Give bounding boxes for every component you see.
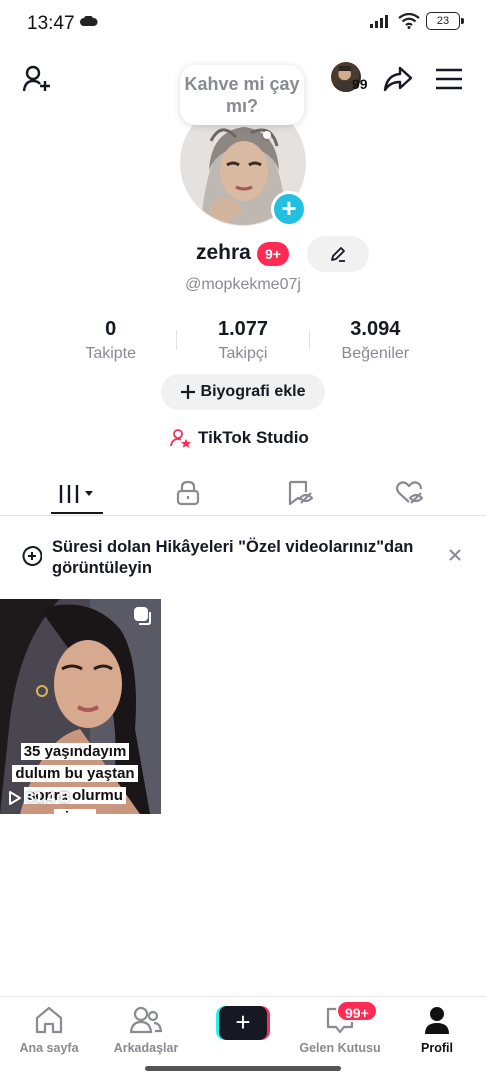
nav-label: Gelen Kutusu [299,1041,381,1055]
active-tab-indicator [51,512,103,514]
lock-icon [176,480,200,506]
profile-stats: 0 Takipte 1.077 Takipçi 3.094 Beğeniler [45,318,441,363]
plus-icon [180,385,195,399]
stat-label: Beğeniler [341,345,410,362]
stories-banner[interactable]: Süresi dolan Hikâyeleri "Özel videoların… [0,536,486,580]
add-story-button[interactable]: + [271,191,307,227]
add-bio-button[interactable]: Biyografi ekle [161,374,325,410]
studio-icon [170,429,191,448]
close-icon[interactable] [446,546,464,564]
inbox-badge: 99+ [336,1000,378,1022]
add-user-button[interactable] [20,62,54,96]
home-icon [35,1006,63,1034]
create-button[interactable]: + [216,1006,270,1040]
nav-label: Ana sayfa [19,1041,79,1055]
note-text: Kahve mi çay mı? [184,74,300,116]
pencil-icon [331,247,345,262]
nav-label: Arkadaşlar [113,1041,179,1055]
tab-favorites[interactable] [270,470,330,516]
menu-button[interactable] [434,64,464,94]
share-icon [383,66,413,92]
stat-label: Takipçi [218,345,268,362]
wifi-icon [398,13,420,29]
view-count: 31,4 B [26,789,71,806]
stat-following[interactable]: 0 Takipte [45,318,176,363]
stat-label: Takipte [85,345,137,362]
profile-icon [425,1007,449,1034]
heart-hidden-icon [395,481,424,504]
nav-label: Profil [421,1041,453,1055]
edit-profile-button[interactable] [307,236,369,272]
signal-icon [370,15,388,28]
tiktok-studio-link[interactable]: TikTok Studio [170,427,309,449]
friends-icon [130,1006,162,1034]
profile-name: zehra [196,241,251,264]
tab-videos[interactable] [47,470,107,516]
bookmark-hidden-icon [288,480,314,506]
tab-private[interactable] [158,470,218,516]
grid-icon [59,485,93,503]
studio-label: TikTok Studio [198,428,309,447]
cloud-icon [80,16,98,26]
video-tile[interactable]: 35 yaşındayım dulum bu yaştan sonra olur… [0,599,161,814]
share-button[interactable] [381,62,415,96]
note-bubble[interactable]: Kahve mi çay mı? [180,65,304,125]
profile-tabs [0,470,486,516]
stat-likes[interactable]: 3.094 Beğeniler [310,318,441,363]
add-user-icon [22,65,50,92]
tab-liked[interactable] [380,470,440,516]
banner-text: Süresi dolan Hikâyeleri "Özel videoların… [52,538,414,577]
plus-icon: + [219,1006,267,1040]
nav-home[interactable]: Ana sayfa [0,1003,99,1055]
stat-value: 3.094 [350,318,401,340]
battery-icon: 23 [426,12,464,30]
nav-profile[interactable]: Profil [387,1003,486,1055]
play-icon [9,790,21,805]
stat-followers[interactable]: 1.077 Takipçi [177,318,308,363]
stat-value: 1.077 [217,318,269,340]
battery-level: 23 [436,15,450,27]
add-bio-label: Biyografi ekle [200,383,306,400]
friend-count: 99 [352,76,368,92]
name-badge[interactable]: 9+ [257,242,289,266]
multi-photo-icon [134,607,151,625]
profile-username: @mopkekme07j [185,276,301,293]
story-plus-icon [22,546,42,566]
stat-value: 0 [105,318,117,340]
status-time: 13:47 [27,13,75,34]
status-bar: 13:47 23 [0,0,486,46]
video-views: 31,4 B [8,789,70,806]
nav-friends[interactable]: Arkadaşlar [96,1003,196,1055]
menu-icon [436,68,462,90]
home-indicator [145,1066,341,1071]
